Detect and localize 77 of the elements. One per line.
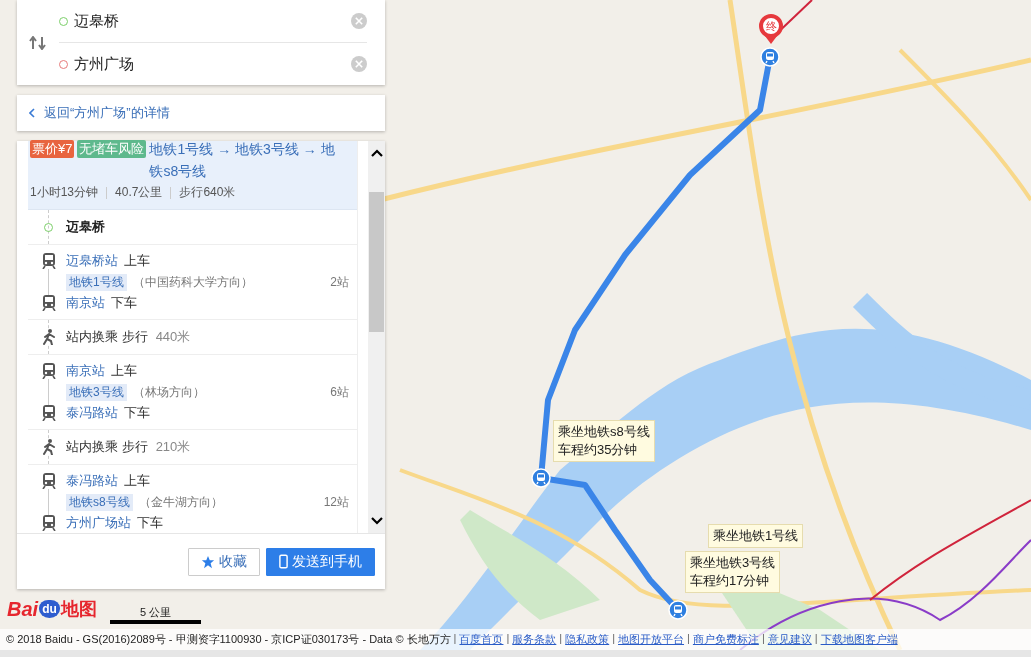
phone-icon <box>279 554 288 569</box>
station-link[interactable]: 南京站 <box>66 294 105 312</box>
step-action: 上车 <box>124 472 150 490</box>
link-separator: | <box>453 632 457 646</box>
origin-field[interactable]: 迈皋桥 <box>74 11 345 31</box>
route-stat: 40.7公里 <box>115 184 163 201</box>
train-icon <box>42 473 56 489</box>
subway-station-icon[interactable] <box>531 468 551 488</box>
swap-arrows-icon[interactable] <box>29 35 47 50</box>
stop-count: 2站 <box>330 273 349 291</box>
footer-link[interactable]: 百度首页 <box>459 632 504 647</box>
direction-text: （中国药科大学方向） <box>132 273 254 291</box>
stop-count: 12站 <box>323 493 349 511</box>
link-separator: | <box>612 632 616 646</box>
route-callout: 乘坐地铁3号线 车程约17分钟 <box>685 551 781 593</box>
walking-person-icon <box>42 329 56 345</box>
route-badge: 票价¥7 <box>30 140 75 158</box>
direction-text: （金牛湖方向） <box>138 493 224 511</box>
map-logo[interactable]: Bai du 地图 <box>7 597 97 621</box>
scrollbar-thumb[interactable] <box>369 192 384 332</box>
station-link[interactable]: 泰冯路站 <box>66 472 118 490</box>
link-separator: | <box>687 632 690 646</box>
chevron-left-icon[interactable] <box>29 108 35 118</box>
scale-label: 5 公里 <box>139 605 172 620</box>
footer-link[interactable]: 意见建议 <box>767 632 812 647</box>
route-badge: 无堵车风险 <box>77 140 147 158</box>
subway-station-icon[interactable] <box>760 47 780 67</box>
scrollbar[interactable] <box>368 141 385 533</box>
train-icon <box>42 253 56 269</box>
route-title: 地铁1号线 → 地铁3号线 → 地铁s8号线 <box>149 140 336 181</box>
back-link[interactable]: 返回“方州广场”的详情 <box>44 104 170 122</box>
line-tag[interactable]: 地铁s8号线 <box>66 493 133 511</box>
stop-count: 6站 <box>330 383 349 401</box>
step-action: 下车 <box>111 294 137 312</box>
favorite-button[interactable]: 收藏 <box>188 547 260 576</box>
route-callout: 乘坐地铁s8号线 车程约35分钟 <box>553 420 655 462</box>
step-action: 下车 <box>137 514 163 532</box>
link-separator: | <box>761 632 765 646</box>
direction-text: （林场方向） <box>132 383 206 401</box>
walking-person-icon <box>42 439 56 455</box>
station-link[interactable]: 泰冯路站 <box>66 404 118 422</box>
station-link[interactable]: 迈皋桥站 <box>66 252 118 270</box>
walk-distance: 210米 <box>155 438 191 456</box>
station-link[interactable]: 南京站 <box>66 362 105 380</box>
footer-link[interactable]: 下载地图客户端 <box>820 632 898 647</box>
footer-link[interactable]: 地图开放平台 <box>618 632 685 647</box>
star-icon <box>201 554 215 569</box>
train-icon <box>42 515 56 531</box>
link-separator: | <box>559 632 563 646</box>
route-summary[interactable]: 票价¥7 无堵车风险 地铁1号线 → 地铁3号线 → 地铁s8号线 1小时13分钟 40.7公里 步行640米 <box>28 141 357 210</box>
train-icon <box>42 363 56 379</box>
station-link[interactable]: 方州广场站 <box>66 514 131 532</box>
line-tag[interactable]: 地铁1号线 <box>66 273 127 291</box>
walk-distance: 440米 <box>155 328 191 346</box>
route-stat: 1小时13分钟 <box>30 184 99 201</box>
footer-link[interactable]: 商户免费标注 <box>692 632 759 647</box>
line-tag[interactable]: 地铁3号线 <box>66 383 127 401</box>
footer-link[interactable]: 隐私政策 <box>565 632 610 647</box>
train-icon <box>42 405 56 421</box>
route-callout: 乘坐地铁1号线 <box>708 524 804 548</box>
scroll-down-icon[interactable] <box>370 517 383 525</box>
step-action: 下车 <box>124 404 150 422</box>
scroll-up-icon[interactable] <box>370 149 383 157</box>
subway-station-icon[interactable] <box>668 600 688 620</box>
train-icon <box>42 295 56 311</box>
destination-field[interactable]: 方州广场 <box>74 54 345 74</box>
start-point: 迈皋桥 <box>66 218 105 236</box>
step-action: 上车 <box>111 362 137 380</box>
footer-link[interactable]: 服务条款 <box>512 632 557 647</box>
step-action: 上车 <box>124 252 150 270</box>
step-text: 站内换乘 步行 <box>66 328 148 346</box>
link-separator: | <box>506 632 510 646</box>
step-text: 站内换乘 步行 <box>66 438 148 456</box>
send-to-phone-button[interactable]: 发送到手机 <box>266 547 375 576</box>
copyright-text: © 2018 Baidu - GS(2016)2089号 - 甲测资字1100930 - 京ICP证030173号 - Data © 长地万方 <box>6 632 451 647</box>
link-separator: | <box>814 632 818 646</box>
route-stat: 步行640米 <box>179 184 236 201</box>
